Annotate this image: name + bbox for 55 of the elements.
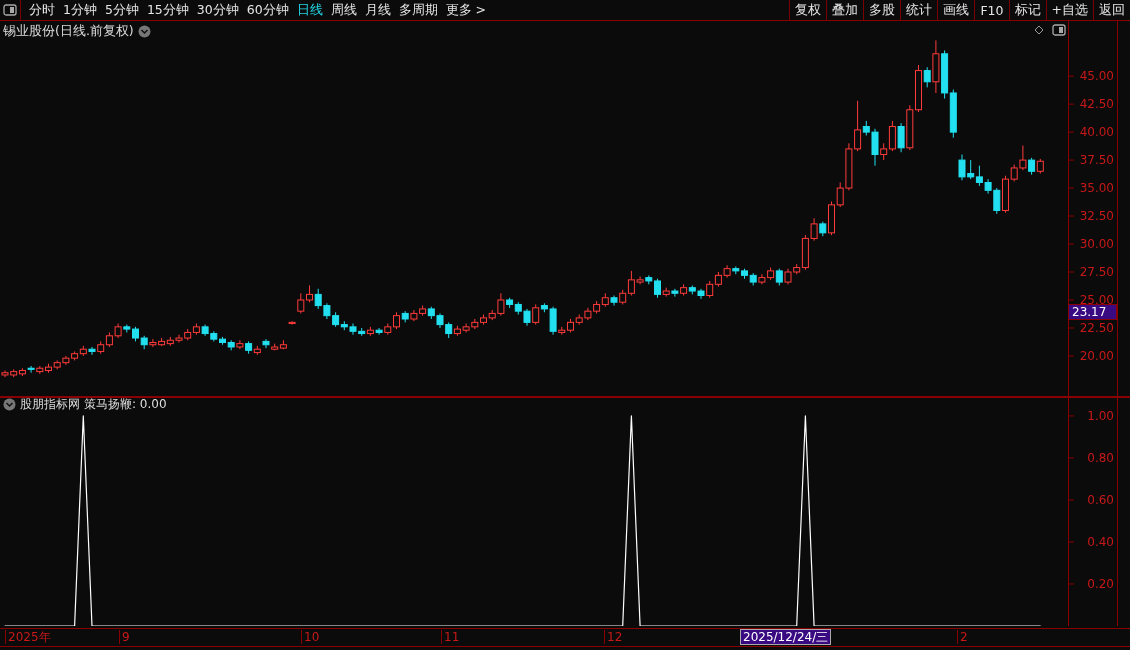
diamond-icon[interactable] bbox=[1034, 25, 1044, 35]
axis-label: 32.50 bbox=[1079, 209, 1114, 224]
candlestick bbox=[375, 327, 383, 336]
period-tab[interactable]: 15分钟 bbox=[142, 1, 193, 19]
period-tab[interactable]: 5分钟 bbox=[100, 1, 143, 19]
dropdown-icon[interactable] bbox=[3, 398, 16, 411]
candlestick bbox=[897, 122, 905, 153]
period-tab[interactable]: 分时 bbox=[25, 1, 59, 19]
period-tab[interactable]: 多周期 bbox=[394, 1, 442, 19]
axis-label: 45.00 bbox=[1079, 69, 1114, 84]
axis-label: 0.20 bbox=[1087, 577, 1114, 591]
candlestick bbox=[262, 338, 270, 349]
axis-label: 37.50 bbox=[1079, 153, 1114, 168]
axis-label: 42.50 bbox=[1079, 97, 1114, 112]
axis-label: 0.40 bbox=[1087, 534, 1114, 549]
panel-toggle-icon[interactable] bbox=[1052, 23, 1066, 37]
axis-label: 22.50 bbox=[1079, 320, 1114, 335]
period-tab[interactable]: 周线 bbox=[326, 1, 361, 19]
axis-label: 20.00 bbox=[1079, 348, 1114, 363]
current-price-label: 23.17 bbox=[1068, 304, 1117, 320]
candlestick bbox=[288, 320, 296, 326]
axis-label: 25.00 bbox=[1079, 293, 1114, 307]
period-tab[interactable]: 30分钟 bbox=[192, 1, 243, 19]
axis-label: 0.80 bbox=[1087, 450, 1114, 465]
axis-label: 35.00 bbox=[1079, 181, 1114, 196]
dropdown-icon[interactable] bbox=[137, 25, 151, 38]
candlestick bbox=[532, 303, 540, 326]
indicator-reading: 策马扬鞭: 0.00 bbox=[84, 398, 167, 411]
chart-title: 锡业股份(日线.前复权) bbox=[3, 23, 134, 40]
period-tab[interactable]: 更多 > bbox=[441, 1, 491, 19]
indicator-name: 股朋指标网 bbox=[20, 398, 80, 411]
period-tab[interactable]: 60分钟 bbox=[242, 1, 293, 19]
candlestick bbox=[27, 365, 35, 374]
candlestick bbox=[88, 346, 96, 356]
period-tab[interactable]: 1分钟 bbox=[59, 1, 101, 19]
date-label: 9 bbox=[119, 630, 130, 644]
date-label: 11 bbox=[441, 630, 460, 644]
axis-label: 0.60 bbox=[1087, 492, 1114, 507]
candlestick bbox=[888, 120, 896, 152]
date-label: 2025年 bbox=[5, 630, 51, 644]
date-label: 12 bbox=[604, 630, 623, 644]
period-tab[interactable]: 日线 bbox=[292, 1, 327, 19]
axis-label: 30.00 bbox=[1079, 237, 1114, 252]
date-label: 2 bbox=[957, 630, 968, 644]
candlestick bbox=[923, 66, 931, 88]
axis-label: 27.50 bbox=[1079, 265, 1114, 279]
candlestick bbox=[671, 288, 679, 298]
date-label: 10 bbox=[301, 630, 320, 644]
cursor-date-label: 2025/12/24/三 bbox=[740, 629, 832, 645]
axis-label: 40.00 bbox=[1079, 125, 1114, 140]
axis-label: 1.00 bbox=[1087, 408, 1114, 423]
candlestick bbox=[654, 278, 661, 299]
candlestick bbox=[297, 292, 305, 314]
period-tab[interactable]: 月线 bbox=[360, 1, 395, 19]
panel-toggle-icon[interactable] bbox=[3, 3, 17, 17]
